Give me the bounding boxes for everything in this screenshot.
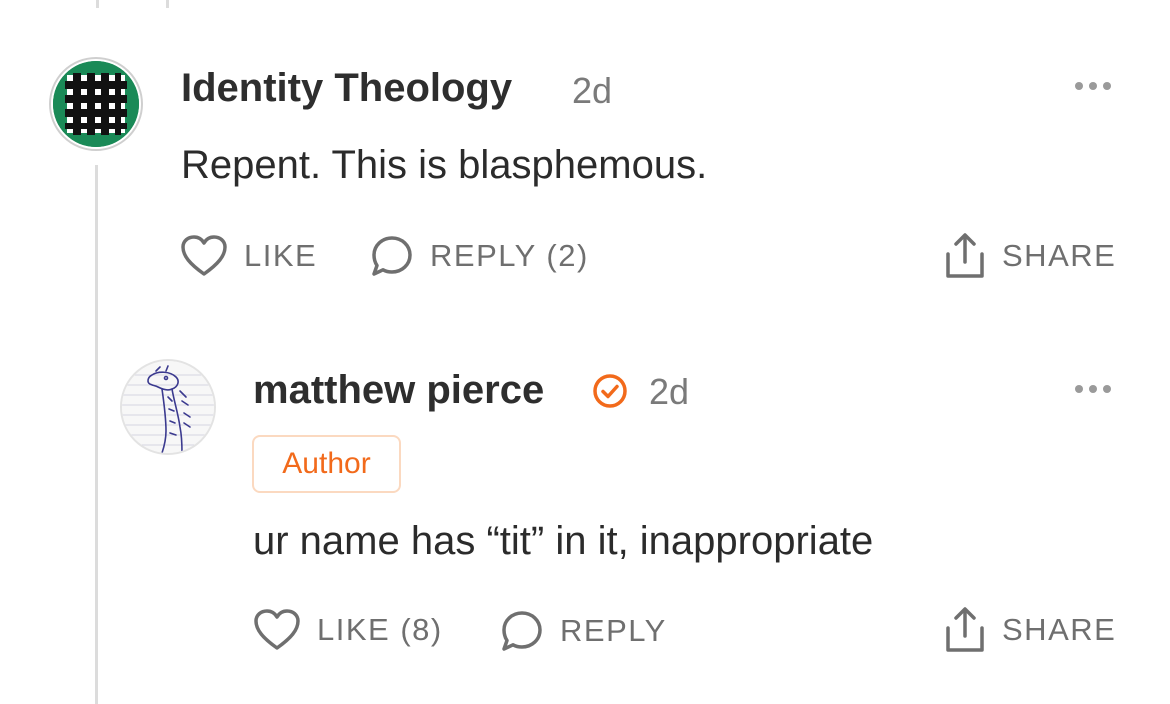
like-button[interactable]: LIKE (8) [253, 608, 443, 652]
share-label: SHARE [1002, 238, 1117, 273]
share-button[interactable]: SHARE [944, 606, 1116, 654]
share-button[interactable]: SHARE [944, 232, 1116, 280]
more-dots-icon [1075, 385, 1111, 393]
comment-author[interactable]: matthew pierce [253, 368, 544, 413]
heart-icon [181, 235, 227, 276]
giraffe-sketch-avatar [122, 361, 214, 453]
heart-icon [254, 609, 300, 650]
grid-logo-icon [53, 61, 139, 147]
verified-check-icon [592, 373, 628, 409]
speech-bubble-icon [372, 236, 412, 276]
reply-button[interactable]: REPLY [500, 609, 667, 653]
share-upload-icon [946, 233, 984, 278]
comment-body: ur name has “tit” in it, inappropriate [253, 519, 874, 563]
reply-label: REPLY [560, 613, 667, 648]
author-badge: Author [252, 435, 401, 493]
like-button[interactable]: LIKE [180, 234, 317, 278]
like-label: LIKE (8) [317, 612, 443, 647]
thread-line-main [95, 165, 98, 704]
reply-button[interactable]: REPLY (2) [370, 234, 589, 278]
more-options-button[interactable] [1073, 382, 1113, 396]
comment-body: Repent. This is blasphemous. [181, 143, 708, 187]
more-options-button[interactable] [1073, 79, 1113, 93]
more-dots-icon [1075, 82, 1111, 90]
reply-label: REPLY (2) [430, 238, 589, 273]
green-grid-avatar [53, 61, 139, 147]
like-label: LIKE [244, 238, 318, 273]
speech-bubble-icon [502, 611, 542, 651]
share-upload-icon [946, 607, 984, 652]
avatar[interactable] [120, 359, 216, 455]
avatar[interactable] [49, 57, 143, 151]
share-label: SHARE [1002, 612, 1117, 647]
thread-line-top [96, 0, 99, 8]
comment-timestamp[interactable]: 2d [649, 371, 689, 413]
comment-timestamp[interactable]: 2d [572, 70, 612, 112]
thread-line-top-right [166, 0, 169, 8]
comment-author[interactable]: Identity Theology [181, 66, 512, 111]
